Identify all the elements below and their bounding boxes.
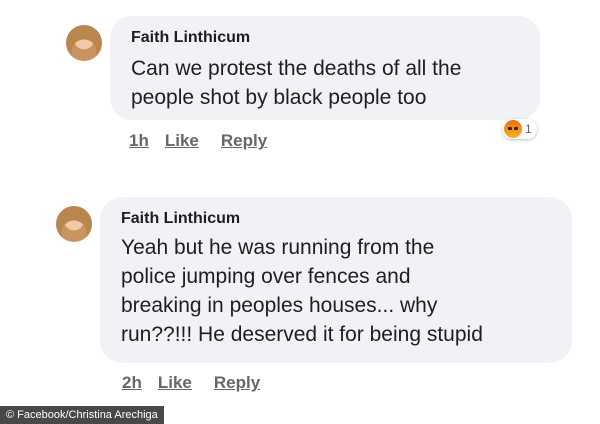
like-button[interactable]: Like: [165, 131, 199, 151]
reply-button[interactable]: Reply: [221, 131, 267, 150]
reply-button[interactable]: Reply: [214, 373, 260, 392]
angry-icon: [504, 120, 522, 138]
comment-timestamp[interactable]: 2h: [122, 373, 142, 393]
reaction-badge[interactable]: 1: [502, 119, 537, 139]
comment-bubble: Faith Linthicum Yeah but he was running …: [100, 197, 572, 363]
comment-line: Yeah but he was running from the: [121, 236, 435, 259]
avatar[interactable]: [56, 206, 92, 242]
photo-credit: © Facebook/Christina Arechiga: [0, 406, 164, 424]
comment-bubble: Faith Linthicum Can we protest the death…: [110, 16, 540, 120]
comment-line: run??!!! He deserved it for being stupid: [121, 323, 483, 346]
comment-line: breaking in peoples houses... why: [121, 294, 438, 317]
comment-line: police jumping over fences and: [121, 265, 411, 288]
comment-line: people shot by black people too: [131, 86, 427, 109]
avatar-hair: [66, 25, 102, 61]
like-button[interactable]: Like: [158, 373, 192, 393]
comment-text: Can we protest the deaths of all the peo…: [131, 54, 536, 112]
comment-actions: 1h Like Reply: [129, 131, 267, 151]
comment-line: Can we protest the deaths of all the: [131, 57, 462, 80]
reaction-count: 1: [525, 122, 532, 136]
comment-author[interactable]: Faith Linthicum: [131, 29, 250, 47]
comment-author[interactable]: Faith Linthicum: [121, 210, 240, 228]
avatar-hair: [56, 206, 92, 242]
comment-actions: 2h Like Reply: [122, 373, 260, 393]
avatar[interactable]: [66, 25, 102, 61]
comment-text: Yeah but he was running from the police …: [121, 233, 569, 349]
comment-timestamp[interactable]: 1h: [129, 131, 149, 151]
